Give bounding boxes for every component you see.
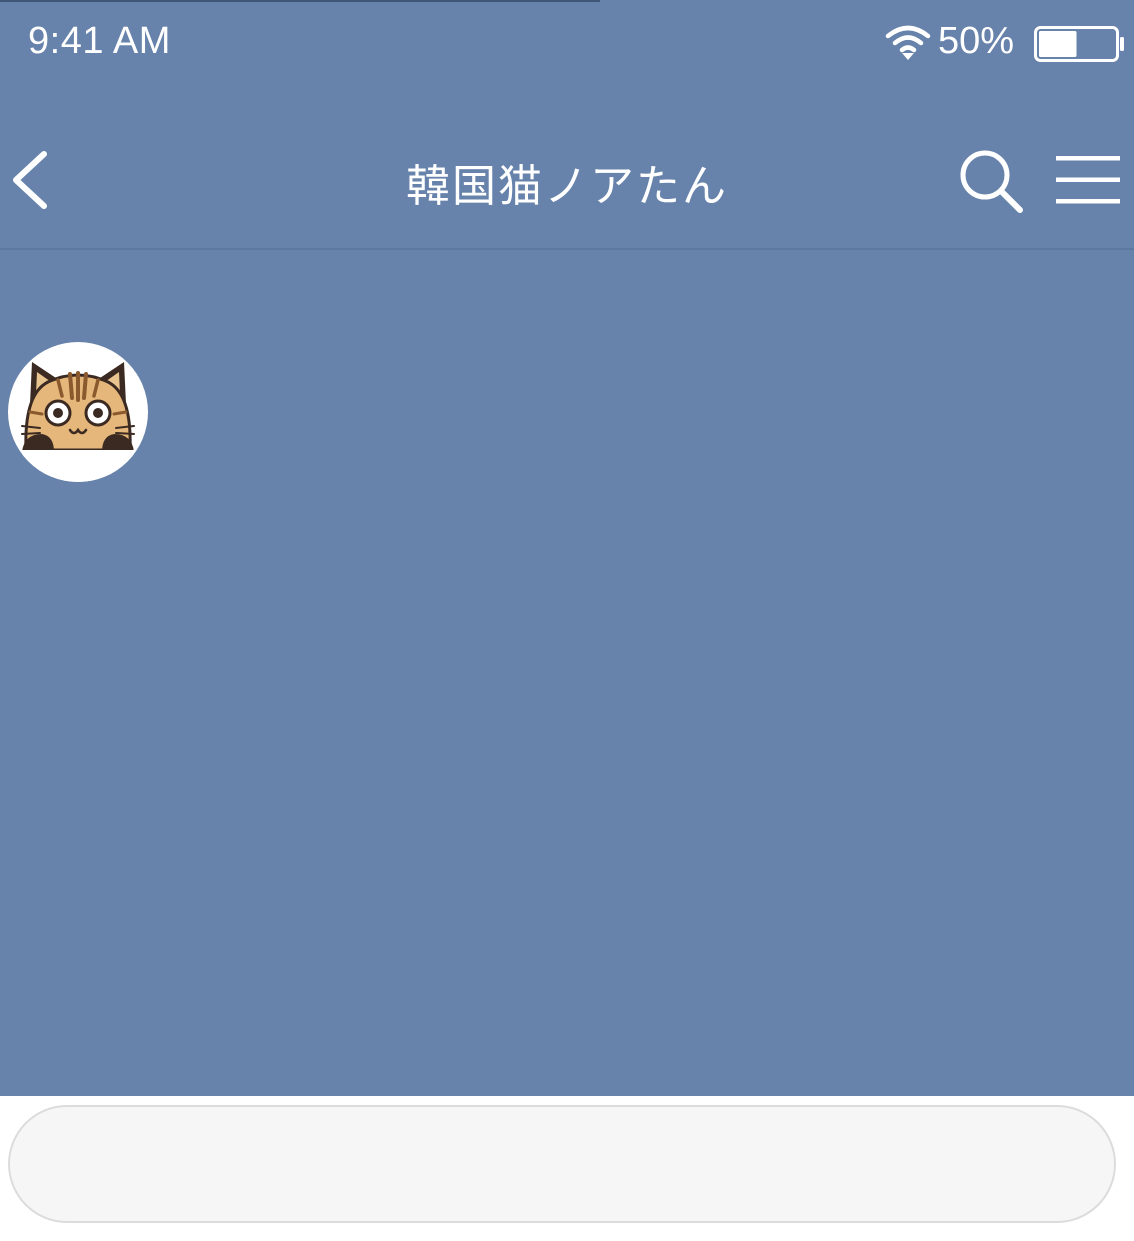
search-button[interactable] <box>958 148 1026 214</box>
cat-avatar-icon <box>21 362 135 482</box>
message-input[interactable] <box>8 1105 1116 1223</box>
search-icon <box>960 150 1023 213</box>
chat-screen: 9:41 AM 50% 韓国猫ノアたん <box>0 0 1134 1241</box>
battery-icon <box>1034 26 1124 62</box>
chat-title: 韓国猫ノアたん <box>406 161 728 212</box>
back-button[interactable] <box>8 148 56 212</box>
menu-button[interactable] <box>1054 152 1122 208</box>
status-time: 9:41 AM <box>28 20 171 62</box>
chevron-left-icon <box>13 151 47 209</box>
battery-percent: 50% <box>938 20 1015 62</box>
load-progress-bar <box>0 0 600 2</box>
wifi-icon <box>885 25 931 60</box>
hamburger-menu-icon <box>1056 156 1120 204</box>
header-divider <box>0 248 1134 250</box>
contact-avatar[interactable] <box>8 342 148 482</box>
